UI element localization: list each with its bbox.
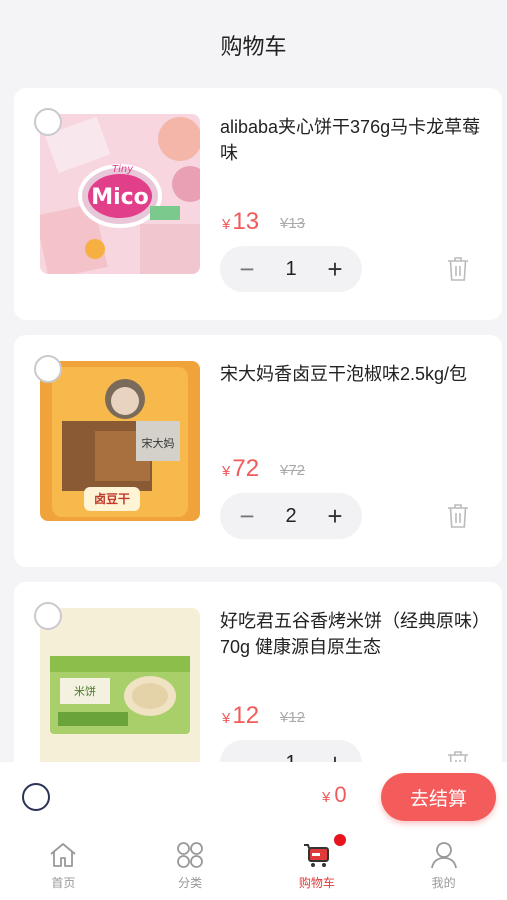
item-checkbox[interactable] (34, 602, 62, 630)
quantity-value: 1 (285, 257, 297, 280)
original-price: ¥72 (280, 462, 306, 479)
total-price: ¥ 0 (322, 782, 347, 807)
increase-button[interactable]: + (320, 254, 350, 284)
select-all-checkbox[interactable] (22, 783, 50, 811)
delete-icon[interactable] (446, 256, 470, 282)
increase-button[interactable]: + (320, 501, 350, 531)
tab-category[interactable]: 分类 (127, 832, 254, 900)
delete-icon[interactable] (446, 750, 470, 762)
tab-profile[interactable]: 我的 (380, 832, 507, 900)
tab-label: 我的 (431, 876, 456, 890)
tab-home[interactable]: 首页 (0, 832, 127, 900)
svg-text:Mico: Mico (91, 185, 149, 210)
original-price: ¥12 (280, 709, 306, 726)
home-icon (50, 843, 76, 867)
product-price: ¥ 72 (222, 455, 260, 482)
item-checkbox[interactable] (34, 108, 62, 136)
cart-item: 米饼 好吃君五谷香烤米饼（经典原味）70g 健康源自原生态 ¥ 12 ¥12 −… (14, 582, 502, 762)
increase-button[interactable]: + (320, 748, 350, 762)
cart-badge (333, 834, 346, 846)
svg-text:宋大妈: 宋大妈 (142, 436, 175, 450)
svg-text:卤豆干: 卤豆干 (94, 491, 130, 506)
delete-icon[interactable] (446, 503, 470, 529)
checkout-button[interactable]: 去结算 (381, 773, 496, 821)
quantity-value: 1 (285, 752, 296, 763)
quantity-value: 2 (285, 504, 297, 527)
decrease-button[interactable]: − (232, 501, 262, 531)
user-icon (430, 842, 457, 869)
tab-label: 分类 (178, 876, 203, 890)
checkout-bar: ¥ 0 去结算 (0, 762, 507, 832)
item-checkbox[interactable] (34, 355, 62, 383)
quantity-stepper: − 2 + (220, 493, 362, 539)
tab-cart[interactable]: 购物车 (254, 832, 381, 900)
cart-list[interactable]: Mico Tiny alibaba夹心饼干376g马卡龙草莓味 ¥ 13 ¥13… (0, 88, 507, 762)
cart-item: 宋大妈 卤豆干 宋大妈香卤豆干泡椒味2.5kg/包 ¥ 72 ¥72 − 2 + (14, 335, 502, 567)
product-image[interactable]: Mico Tiny (40, 114, 200, 274)
product-price: ¥ 13 (222, 208, 260, 235)
product-image[interactable]: 宋大妈 卤豆干 (40, 361, 200, 521)
product-price: ¥ 12 (222, 702, 260, 729)
svg-text:Tiny: Tiny (112, 164, 134, 175)
quantity-stepper: − 1 + (220, 246, 362, 292)
category-icon (177, 842, 204, 868)
bottom-tabbar: 首页 分类 购物车 我的 (0, 832, 507, 900)
tab-label: 首页 (51, 876, 76, 890)
quantity-stepper: − 1 + (220, 740, 362, 762)
page-title: 购物车 (220, 34, 287, 59)
decrease-button[interactable]: − (232, 254, 262, 284)
cart-item: Mico Tiny alibaba夹心饼干376g马卡龙草莓味 ¥ 13 ¥13… (14, 88, 502, 320)
svg-text:米饼: 米饼 (74, 684, 96, 698)
decrease-button[interactable]: − (232, 748, 262, 762)
product-title[interactable]: 宋大妈香卤豆干泡椒味2.5kg/包 (220, 361, 482, 387)
product-title[interactable]: alibaba夹心饼干376g马卡龙草莓味 (220, 114, 482, 166)
original-price: ¥13 (280, 215, 306, 232)
page-header: 购物车 (0, 0, 507, 90)
cart-icon (303, 844, 329, 867)
product-title[interactable]: 好吃君五谷香烤米饼（经典原味）70g 健康源自原生态 (220, 608, 482, 660)
tab-label: 购物车 (298, 876, 335, 890)
product-image[interactable]: 米饼 (40, 608, 200, 762)
